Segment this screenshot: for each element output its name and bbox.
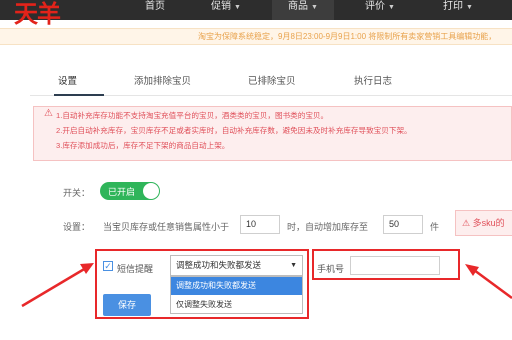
annotation-arrows (21, 263, 512, 308)
right-arrow-icon (465, 264, 512, 300)
left-arrow-icon (21, 263, 94, 308)
